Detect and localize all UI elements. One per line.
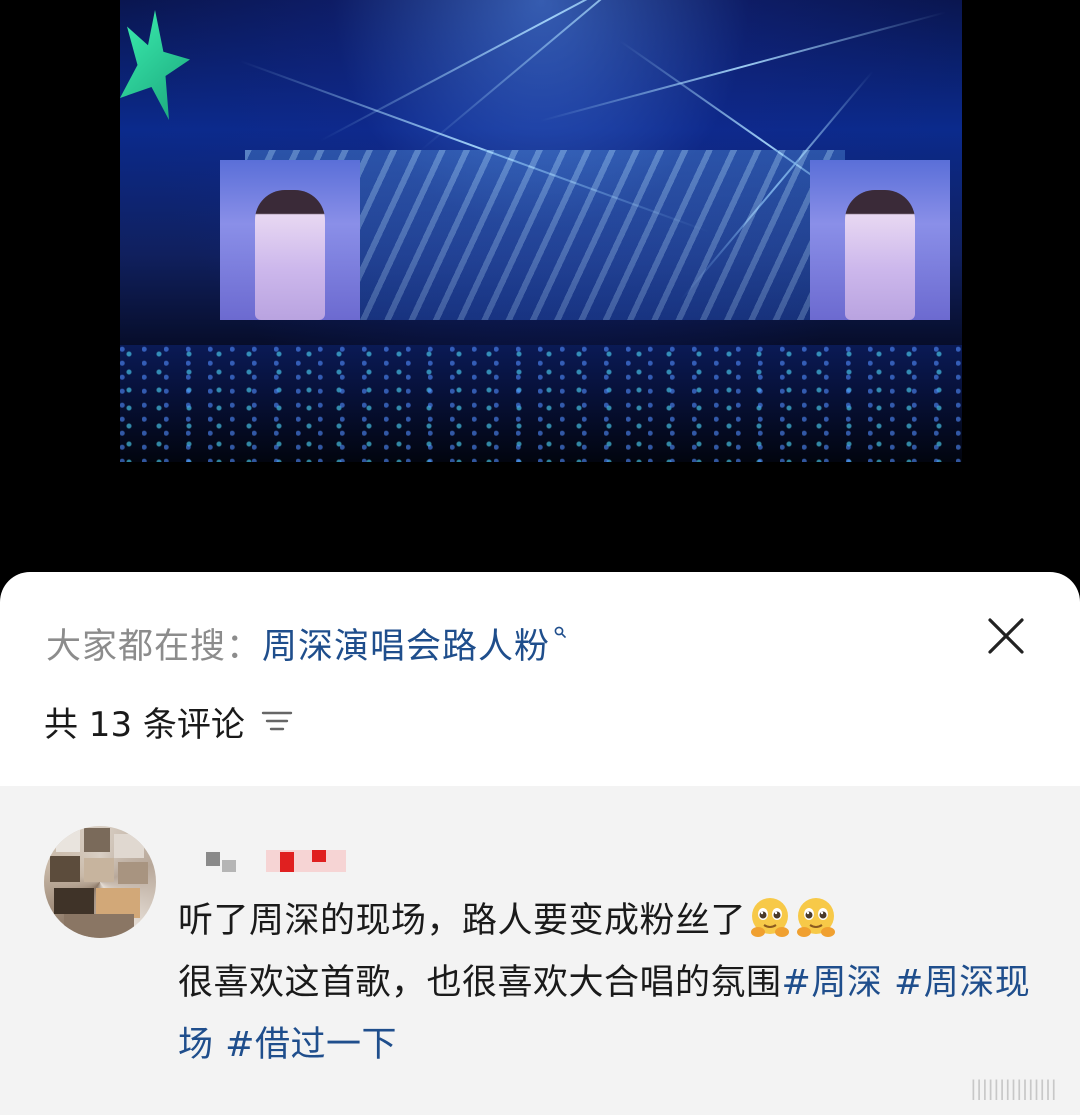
side-screen-left bbox=[220, 160, 360, 320]
hashtag-link[interactable]: #周深 bbox=[782, 963, 883, 1003]
trending-search-keyword[interactable]: 周深演唱会路人粉 bbox=[262, 618, 550, 669]
side-screen-right bbox=[810, 160, 950, 320]
watermark: ||||||||||||||| bbox=[970, 1076, 1057, 1100]
username-redacted[interactable] bbox=[206, 840, 346, 880]
hashtag-link[interactable]: #借过一下 bbox=[225, 1025, 397, 1065]
laser-beam bbox=[539, 11, 946, 122]
media-area[interactable] bbox=[0, 0, 1080, 600]
laser-beam bbox=[319, 0, 780, 142]
search-icon[interactable] bbox=[554, 626, 566, 638]
comment-text-2: 很喜欢这首歌，也很喜欢大合唱的氛围 bbox=[178, 963, 782, 1003]
comment-list[interactable]: 听了周深的现场，路人要变成粉丝了 很喜欢这首歌，也很喜欢大合唱的氛围#周深 #周… bbox=[0, 786, 1080, 1115]
comment-line-2: 很喜欢这首歌，也很喜欢大合唱的氛围#周深 #周深现场 #借过一下 bbox=[178, 952, 1038, 1076]
laser-beam bbox=[419, 0, 850, 152]
comment-count: 共 13 条评论 bbox=[44, 704, 245, 745]
trending-search[interactable]: 大家都在搜： 周深演唱会路人粉 bbox=[46, 618, 566, 668]
comments-header: 共 13 条评论 bbox=[44, 698, 293, 745]
teary-hug-emoji bbox=[797, 898, 836, 937]
sort-icon[interactable] bbox=[261, 709, 293, 733]
comment-text-1: 听了周深的现场，路人要变成粉丝了 bbox=[178, 901, 747, 941]
comment-body: 听了周深的现场，路人要变成粉丝了 很喜欢这首歌，也很喜欢大合唱的氛围#周深 #周… bbox=[178, 890, 1038, 1076]
avatar[interactable] bbox=[44, 826, 156, 938]
comments-sheet: 大家都在搜： 周深演唱会路人粉 共 13 条评论 听了周深的现场，路人要变成粉丝… bbox=[0, 572, 1080, 1115]
performer-figure bbox=[255, 190, 325, 320]
teary-hug-emoji bbox=[751, 898, 790, 937]
crowd bbox=[120, 345, 962, 462]
trending-search-prefix: 大家都在搜： bbox=[46, 626, 263, 667]
star-decoration bbox=[120, 10, 190, 120]
performer-figure bbox=[845, 190, 915, 320]
close-icon[interactable] bbox=[986, 616, 1026, 656]
comment-line-1: 听了周深的现场，路人要变成粉丝了 bbox=[178, 890, 1038, 952]
concert-photo[interactable] bbox=[120, 0, 962, 462]
